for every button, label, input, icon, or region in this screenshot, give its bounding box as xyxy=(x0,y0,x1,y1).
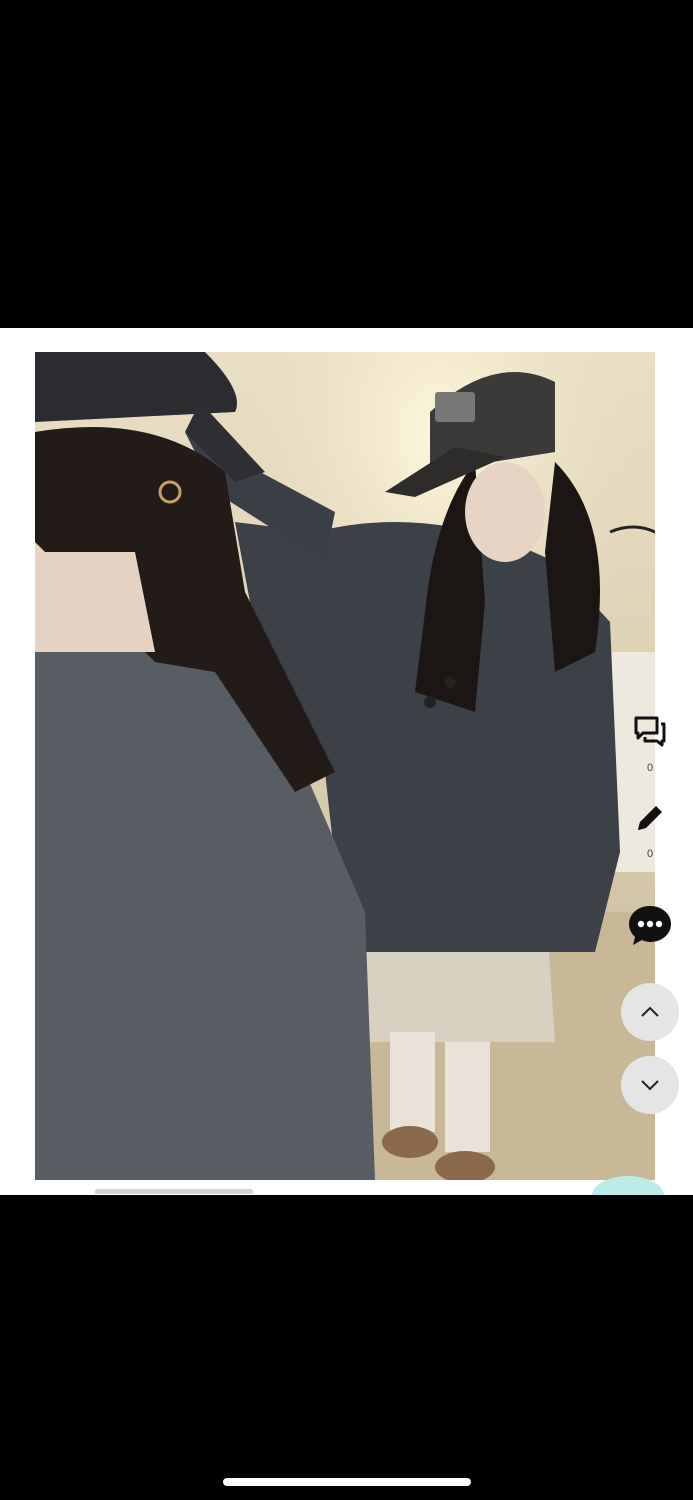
photo-illustration xyxy=(35,352,655,1180)
content-area: 0 0 xyxy=(0,328,693,1195)
bottom-black-area xyxy=(0,1195,693,1500)
horizontal-scroll-indicator xyxy=(95,1189,253,1194)
chevron-up-icon xyxy=(641,1006,659,1017)
scroll-down-button[interactable] xyxy=(621,1056,679,1114)
pencil-icon[interactable] xyxy=(630,798,670,838)
home-indicator[interactable] xyxy=(223,1478,471,1486)
scroll-up-button[interactable] xyxy=(621,983,679,1041)
chevron-down-icon xyxy=(641,1080,659,1091)
speech-bubble-dots-icon[interactable] xyxy=(626,902,674,948)
top-black-area xyxy=(0,0,693,328)
edit-count: 0 xyxy=(646,848,654,860)
comments-count: 0 xyxy=(646,762,654,774)
product-photo[interactable] xyxy=(35,352,655,1180)
chat-bubbles-icon[interactable] xyxy=(630,713,670,749)
